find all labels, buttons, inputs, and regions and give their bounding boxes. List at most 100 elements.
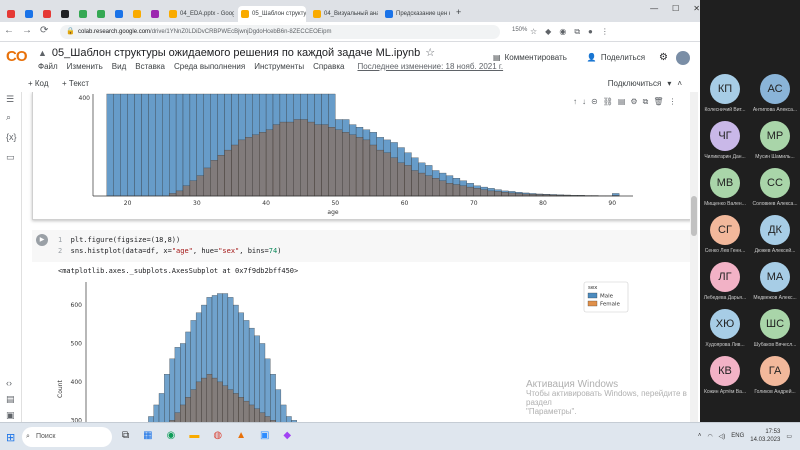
participant-tile[interactable]: СС Соловиев Алекса... — [750, 162, 800, 214]
language-indicator[interactable]: ENG — [731, 433, 744, 439]
star-icon[interactable]: ☆ — [425, 46, 435, 59]
participant-tile[interactable]: ШС Шубаков Вячесл... — [750, 303, 800, 355]
connect-button[interactable]: Подключиться — [608, 79, 662, 88]
reload-icon[interactable]: ⟳ — [40, 25, 48, 36]
task-view-icon[interactable]: ⧉ — [122, 430, 129, 441]
browser-tab-5[interactable] — [94, 6, 108, 22]
browser-tab-1[interactable] — [22, 6, 36, 22]
browser-tab-8[interactable] — [148, 6, 162, 22]
participant-tile[interactable]: АС Антипова Алекса... — [750, 68, 800, 120]
mirror-icon[interactable]: ⧉ — [643, 97, 649, 107]
add-text-button[interactable]: + Текст — [62, 79, 89, 88]
code-snippets-icon[interactable]: ‹› — [6, 378, 12, 388]
app-icon-2[interactable]: ◆ — [283, 430, 291, 441]
browser-tab-10[interactable]: 05_Шаблон структуры✕ — [238, 6, 306, 22]
scrollbar-thumb[interactable] — [691, 196, 697, 236]
participant-tile[interactable]: СГ Сенко Лев Генн... — [700, 209, 750, 261]
window-controls: — ☐ ✕ — [650, 4, 700, 13]
back-icon[interactable]: ← — [4, 25, 14, 36]
chevron-down-icon[interactable]: ▾ — [667, 79, 671, 88]
network-icon[interactable]: ◠ — [707, 433, 712, 440]
browser-tab-2[interactable] — [40, 6, 54, 22]
participant-tile[interactable]: ДК Дюжев Алексей... — [750, 209, 800, 261]
chevron-up-icon[interactable]: ˄ — [698, 433, 702, 439]
extension-icon[interactable]: ◆ — [545, 27, 551, 37]
menu-tools[interactable]: Инструменты — [254, 62, 304, 71]
new-tab-icon[interactable]: + — [456, 7, 461, 17]
menu-file[interactable]: Файл — [38, 62, 58, 71]
notebook-title[interactable]: 05_Шаблон структуры ожидаемого решения п… — [52, 47, 420, 59]
gear-icon[interactable]: ⚙ — [630, 97, 637, 107]
minimize-icon[interactable]: — — [650, 4, 658, 13]
link-icon[interactable]: ⊝ — [591, 97, 598, 107]
variables-icon[interactable]: {x} — [6, 132, 17, 142]
menu-icon[interactable]: ⋮ — [601, 27, 609, 37]
menu-edit[interactable]: Изменить — [67, 62, 103, 71]
profile-icon[interactable]: ● — [588, 27, 593, 37]
forward-icon[interactable]: → — [22, 25, 32, 36]
browser-tab-9[interactable]: 04_EDA.pptx - Googl✕ — [166, 6, 234, 22]
chevron-up-icon[interactable]: ˄ — [677, 79, 682, 88]
search-icon[interactable]: ⌕ — [6, 112, 11, 123]
zoom-level[interactable]: 150% — [512, 27, 527, 33]
explorer-icon[interactable]: ▬ — [189, 430, 199, 441]
comments-button[interactable]: ▤ Комментировать — [487, 50, 573, 65]
participant-tile[interactable]: ЛГ Лебедева Дарья... — [700, 256, 750, 308]
run-cell-button[interactable]: ▶ — [36, 234, 48, 246]
participant-tile[interactable]: ЧГ Чиликгарин Дан... — [700, 115, 750, 167]
code-cell[interactable]: ▶ 1 plt.figure(figsize=(18,8)) 2 sns.his… — [32, 230, 692, 262]
add-code-button[interactable]: + Код — [28, 79, 49, 88]
avatar[interactable] — [676, 50, 690, 65]
widgets-icon[interactable]: ▦ — [143, 430, 152, 441]
browser-tab-6[interactable] — [112, 6, 126, 22]
participant-tile[interactable]: МВ Мищенко Вален... — [700, 162, 750, 214]
notification-icon[interactable]: ▭ — [786, 433, 792, 440]
browser-tab-12[interactable]: Предсказание цен кв✕ — [382, 6, 450, 22]
move-up-icon[interactable]: ↑ — [573, 97, 577, 107]
volume-icon[interactable]: ◁) — [719, 433, 726, 440]
browser-tab-11[interactable]: 04_Визуальный анали✕ — [310, 6, 378, 22]
table-of-contents-icon[interactable]: ☰ — [6, 94, 14, 105]
menu-help[interactable]: Справка — [313, 62, 344, 71]
histogram-bar — [180, 404, 186, 422]
terminal-icon[interactable]: ▣ — [6, 410, 15, 421]
notebook-scrollbar[interactable] — [690, 92, 698, 422]
taskbar-search[interactable]: ⌕ Поиск — [22, 427, 112, 447]
browser-tab-3[interactable] — [58, 6, 72, 22]
link-chain-icon[interactable]: ⛓ — [603, 97, 613, 107]
participant-tile[interactable]: МР Мусин Шамиль... — [750, 115, 800, 167]
maximize-icon[interactable]: ☐ — [672, 4, 679, 13]
browser-tab-0[interactable] — [4, 6, 18, 22]
app-icon[interactable]: ▲ — [236, 430, 246, 441]
participant-tile[interactable]: ГА Голиков Андрей... — [750, 350, 800, 402]
windows-start-icon[interactable]: ⊞ — [6, 431, 15, 444]
participant-tile[interactable]: КП Колесничий Вит... — [700, 68, 750, 120]
delete-icon[interactable]: 🗑 — [653, 97, 663, 107]
gear-icon[interactable]: ⚙ — [659, 52, 668, 63]
share-button[interactable]: 👤 Поделиться — [581, 50, 651, 65]
menu-insert[interactable]: Вставка — [135, 62, 165, 71]
extension-icon-2[interactable]: ◉ — [559, 27, 566, 37]
command-palette-icon[interactable]: ▤ — [6, 394, 15, 405]
address-bar[interactable]: 🔒 colab.research.google.com/drive/1YNnZ0… — [60, 25, 500, 39]
close-icon[interactable]: ✕ — [693, 4, 700, 13]
browser-tab-7[interactable] — [130, 6, 144, 22]
browser-tab-4[interactable] — [76, 6, 90, 22]
comment-icon[interactable]: ▤ — [618, 97, 626, 107]
participant-tile[interactable]: ХЮ Худоярова Лив... — [700, 303, 750, 355]
edge-icon[interactable]: ◉ — [167, 430, 176, 441]
participant-tile[interactable]: КВ Кожин Артём Ва... — [700, 350, 750, 402]
chrome-icon[interactable]: ◍ — [213, 430, 222, 441]
puzzle-icon[interactable]: ⧉ — [574, 27, 580, 37]
move-down-icon[interactable]: ↓ — [582, 97, 586, 107]
menu-view[interactable]: Вид — [112, 62, 126, 71]
clock[interactable]: 17:53 14.03.2023 — [750, 428, 780, 444]
colab-logo[interactable]: CO — [6, 48, 27, 65]
last-edit-link[interactable]: Последнее изменение: 18 нояб. 2021 г. — [357, 62, 503, 71]
folder-icon[interactable]: ▭ — [6, 152, 15, 163]
menu-runtime[interactable]: Среда выполнения — [174, 62, 245, 71]
more-icon[interactable]: ⋮ — [668, 97, 676, 107]
star-icon[interactable]: ☆ — [530, 27, 537, 37]
zoom-app-icon[interactable]: ▣ — [260, 430, 269, 441]
participant-tile[interactable]: МА Медвежов Алекс... — [750, 256, 800, 308]
